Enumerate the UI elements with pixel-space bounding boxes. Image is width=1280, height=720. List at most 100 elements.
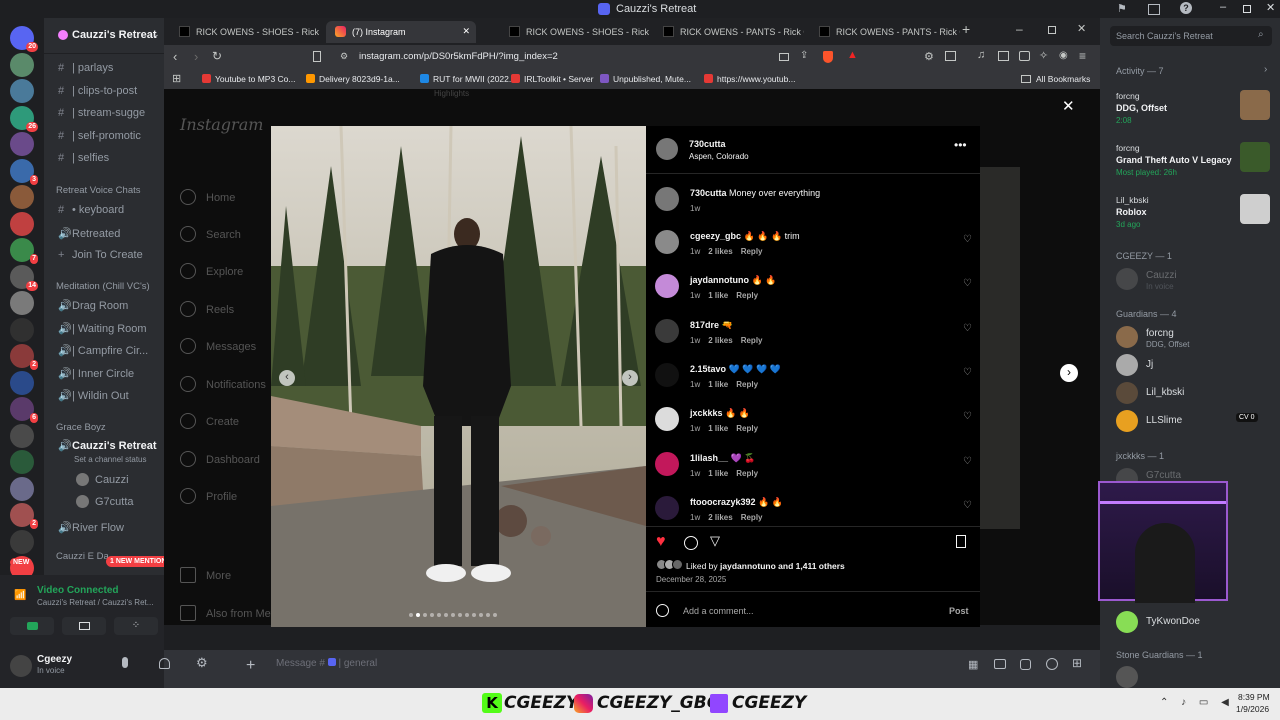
commenter-avatar[interactable] [655,274,679,299]
server-icon[interactable] [10,291,34,315]
activities-button[interactable]: ⁘ [114,617,158,635]
user-avatar[interactable] [10,655,32,677]
bookmark-page-icon[interactable] [313,51,321,62]
bookmark-item[interactable]: https://www.youtub... [704,74,795,84]
channel-item[interactable]: # | stream-sugge [58,107,145,119]
bookmark-item[interactable]: RUT for MWII (2022... [420,74,516,84]
close-icon[interactable]: ✕ [1266,1,1275,14]
server-icon[interactable]: 2 [10,503,38,529]
reply-button[interactable]: Reply [736,291,758,300]
server-icon[interactable] [10,185,34,209]
like-icon[interactable]: ♥ [656,533,666,551]
category-grace[interactable]: Grace Boyz [56,422,106,433]
commenter-username[interactable]: 817dre [690,320,719,330]
comment-like-icon[interactable]: ♡ [963,411,972,422]
server-icon[interactable] [10,132,34,156]
video-sub[interactable]: Cauzzi's Retreat / Cauzzi's Ret... [37,598,157,607]
nav-home[interactable]: Home [180,189,235,205]
carousel-prev-icon[interactable]: ‹ [279,370,295,386]
message-input[interactable]: Message # | general [276,658,377,669]
bookmark-item[interactable]: Delivery 8023d9-1a... [306,74,400,84]
nav-reels[interactable]: Reels [180,301,234,317]
sticker-icon[interactable] [1020,659,1031,670]
more-options-icon[interactable]: ••• [954,138,967,152]
comment-like-icon[interactable]: ♡ [963,367,972,378]
commenter-avatar[interactable] [655,318,679,343]
caption-username[interactable]: 730cutta [690,188,727,198]
activity-card[interactable]: forcng Grand Theft Auto V Legacy Most play… [1110,140,1270,186]
server-icon[interactable] [10,52,34,77]
mic-icon[interactable] [122,657,128,668]
nav-dashboard[interactable]: Dashboard [180,451,260,467]
comment-like-icon[interactable]: ♡ [963,456,972,467]
reply-button[interactable]: Reply [741,247,763,256]
comment-like-icon[interactable]: ♡ [963,278,972,289]
server-icon[interactable]: 20 [10,26,38,52]
share-post-icon[interactable]: ▽ [710,533,720,549]
meditation-channel-item[interactable]: 🔊| Inner Circle [58,367,134,380]
extensions-icon-1[interactable]: ⚙ [924,50,934,63]
apps-icon[interactable]: ⊞ [1072,656,1082,670]
server-icon[interactable] [10,450,34,474]
meditation-channel-item[interactable]: 🔊Drag Room [58,299,128,312]
meditation-channel-item[interactable]: 🔊| Waiting Room [58,322,147,335]
carousel-next-icon[interactable]: › [622,370,638,386]
browser-tab[interactable]: RICK OWENS - SHOES - Rick Owens [170,21,320,43]
url-field[interactable]: instagram.com/p/DS0r5kmFdPH/?img_index=2 [359,51,558,62]
music-icon[interactable]: ♫ [977,49,985,61]
channel-item[interactable]: # | self-promotic [58,130,141,142]
member-avatar-stone[interactable] [1116,666,1138,688]
browser-tab[interactable]: RICK OWENS - SHOES - Rick Owens [500,21,650,43]
commenter-avatar[interactable] [655,407,679,432]
forward-icon[interactable]: › [194,49,198,64]
member-tykwondoe[interactable]: TyKwonDoe [1116,611,1276,635]
caption-avatar[interactable] [655,187,679,211]
server-icon[interactable]: 2 [10,344,38,370]
nav-notifications[interactable]: Notifications [180,376,266,392]
brave-shield-icon[interactable] [823,51,833,63]
attach-icon[interactable]: + [246,657,255,675]
brave-rewards-icon[interactable]: ▲ [847,49,858,61]
camera-button[interactable] [10,617,54,635]
nav-search[interactable]: Search [180,226,241,242]
comment-likes[interactable]: 2 likes [708,336,732,345]
commenter-avatar[interactable] [655,451,679,476]
commenter-avatar[interactable] [655,362,679,387]
comment-likes[interactable]: 2 likes [708,513,732,522]
post-location[interactable]: Aspen, Colorado [689,152,749,161]
channel-item[interactable]: # | parlays [58,62,113,74]
sidebar-icon[interactable] [998,51,1009,61]
grace-channel[interactable]: 🔊Cauzzi's Retreat [58,439,157,452]
video-connected[interactable]: Video Connected [37,585,119,596]
comment-icon[interactable] [684,536,698,550]
server-icon[interactable]: 14 [10,264,38,291]
close-tab-icon[interactable]: ✕ [462,26,470,37]
bookmark-item[interactable]: Youtube to MP3 Co... [202,74,296,84]
commenter-username[interactable]: 1lilash__ [690,453,728,463]
comment-likes[interactable]: 1 like [708,291,728,300]
server-icon[interactable] [10,529,34,554]
bookmark-item[interactable]: Unpublished, Mute... [600,74,691,84]
liked-by-count[interactable]: and 1,411 others [778,561,845,571]
activity-card[interactable]: Lil_kbski Roblox 3d ago [1110,192,1270,238]
gift-icon[interactable]: ▦ [968,658,978,671]
browser-tab[interactable]: RICK OWENS - PANTS - Rick Owens [654,21,804,43]
tray-icons[interactable]: ⌃ ♪ ▭ ◀ [1160,697,1234,708]
share-icon[interactable]: ⇪ [800,50,808,61]
server-icon[interactable] [10,476,34,501]
voice-member[interactable]: Cauzzi [76,473,129,486]
maximize-browser-icon[interactable] [1048,26,1056,34]
server-icon[interactable] [10,370,34,395]
server-icon[interactable] [10,79,34,103]
post-comment-button[interactable]: Post [949,606,969,616]
back-icon[interactable]: ‹ [173,49,177,64]
save-icon[interactable] [956,535,966,548]
apps-grid-icon[interactable]: ⊞ [172,72,181,85]
reply-button[interactable]: Reply [741,513,763,522]
browser-tab[interactable]: RICK OWENS - PANTS - Rick Owens [810,21,960,43]
browser-tab[interactable]: (7) Instagram ✕ [326,21,476,43]
voice-channel-item[interactable]: # • keyboard [58,204,124,216]
new-tab-icon[interactable]: + [962,21,970,37]
member-item[interactable]: LLSlime CV 0 [1116,410,1276,434]
reply-button[interactable]: Reply [741,336,763,345]
